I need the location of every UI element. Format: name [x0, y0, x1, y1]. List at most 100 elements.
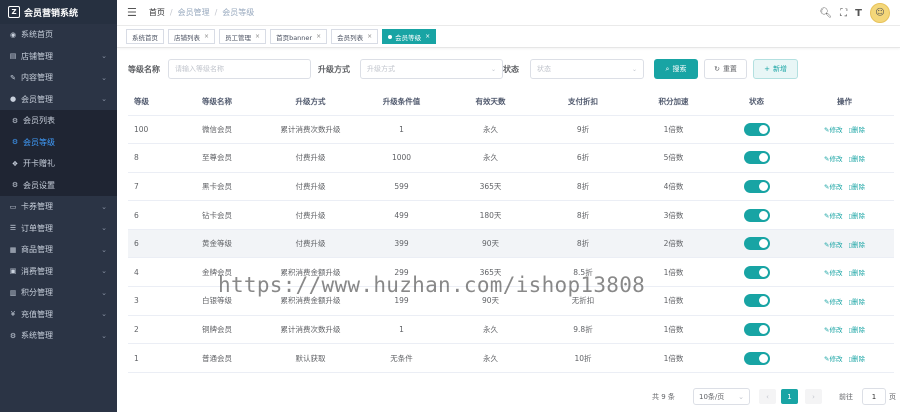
delete-button[interactable]: ▯删除 — [848, 269, 865, 277]
breadcrumb-item-home[interactable]: 首页 — [149, 7, 165, 18]
table-cell: 1 — [359, 115, 444, 145]
sidebar-item[interactable]: ▥ 积分管理 ⌄ — [0, 282, 117, 304]
tab-tag[interactable]: 会员列表 × — [331, 29, 379, 44]
upgrade-method-placeholder: 升级方式 — [367, 65, 395, 73]
dashboard-icon: ◉ — [9, 30, 17, 39]
app-title: 会员营销系统 — [24, 8, 79, 19]
sidebar-item[interactable]: ◉ 系统首页 — [0, 24, 117, 46]
sidebar-item[interactable]: ● 会员管理 ⌄ — [0, 89, 117, 111]
store-icon: ▤ — [9, 52, 17, 61]
sidebar-item[interactable]: ☰ 订单管理 ⌄ — [0, 218, 117, 240]
table-cell: 永久 — [444, 115, 537, 145]
sidebar-item[interactable]: ▭ 卡券管理 ⌄ — [0, 196, 117, 218]
edit-button[interactable]: ✎修改 — [824, 183, 842, 191]
sidebar-item[interactable]: ¥ 充值管理 ⌄ — [0, 304, 117, 326]
tab-tag[interactable]: 首页banner × — [270, 29, 328, 44]
sidebar-item[interactable]: ⚙ 会员等级 — [0, 132, 117, 154]
table-cell: 299 — [359, 257, 444, 288]
edit-button[interactable]: ✎修改 — [824, 155, 842, 163]
fullscreen-icon[interactable]: ⛶ — [840, 8, 847, 19]
edit-button[interactable]: ✎修改 — [824, 212, 842, 220]
status-toggle[interactable] — [743, 265, 770, 279]
delete-button[interactable]: ▯删除 — [848, 212, 865, 220]
breadcrumb-item: 会员管理 — [177, 8, 210, 17]
tab-tag[interactable]: 店铺列表 × — [168, 29, 216, 44]
close-icon[interactable]: × — [367, 33, 372, 40]
breadcrumb-separator: / — [214, 8, 218, 17]
table-cell: 铜牌会员 — [172, 315, 262, 345]
table-cell: 付费升级 — [262, 229, 359, 259]
font-size-icon[interactable]: T — [855, 8, 862, 19]
chevron-down-icon: ⌄ — [101, 202, 107, 211]
status-select[interactable]: 状态 ⌄ — [530, 59, 644, 79]
edit-button[interactable]: ✎修改 — [824, 126, 842, 134]
sidebar-item[interactable]: ▤ 店铺管理 ⌄ — [0, 46, 117, 68]
points-icon: ▥ — [9, 288, 17, 297]
edit-button[interactable]: ✎修改 — [824, 298, 842, 306]
delete-button[interactable]: ▯删除 — [848, 298, 865, 306]
close-icon[interactable]: × — [204, 33, 209, 40]
close-icon[interactable]: × — [316, 33, 321, 40]
close-icon[interactable]: × — [425, 33, 430, 40]
prev-page-button[interactable]: ‹ — [759, 389, 776, 404]
sidebar-item[interactable]: ⚙ 系统管理 ⌄ — [0, 325, 117, 347]
status-toggle[interactable] — [743, 208, 770, 222]
delete-button[interactable]: ▯删除 — [848, 355, 865, 363]
edit-button[interactable]: ✎修改 — [824, 355, 842, 363]
status-toggle[interactable] — [743, 237, 770, 251]
edit-button[interactable]: ✎修改 — [824, 241, 842, 249]
chevron-down-icon: ⌄ — [631, 65, 637, 73]
actions-cell: ✎修改 ▯删除 — [795, 229, 894, 259]
tab-tag[interactable]: 系统首页 — [126, 29, 164, 44]
page-number-button[interactable]: 1 — [781, 389, 798, 404]
reset-button[interactable]: ↻ 重置 — [704, 59, 747, 79]
sidebar-item[interactable]: ❖ 开卡赠礼 — [0, 153, 117, 175]
close-icon[interactable]: × — [255, 33, 260, 40]
delete-button[interactable]: ▯删除 — [848, 326, 865, 334]
upgrade-method-select[interactable]: 升级方式 ⌄ — [360, 59, 503, 79]
status-toggle[interactable] — [743, 151, 770, 165]
delete-button[interactable]: ▯删除 — [848, 241, 865, 249]
delete-button[interactable]: ▯删除 — [848, 155, 865, 163]
table-cell: 199 — [359, 286, 444, 316]
table-cell: 2 — [128, 315, 172, 345]
actions-cell: ✎修改 ▯删除 — [795, 115, 894, 145]
sidebar-item[interactable]: ⚙ 会员列表 — [0, 110, 117, 132]
edit-button[interactable]: ✎修改 — [824, 326, 842, 334]
status-toggle[interactable] — [743, 122, 770, 136]
delete-label: 删除 — [852, 240, 866, 249]
level-name-input[interactable]: 请输入等级名称 — [168, 59, 311, 79]
search-icon[interactable]: 🔍︎ — [819, 8, 832, 19]
tab-tag[interactable]: 员工管理 × — [219, 29, 267, 44]
next-page-button[interactable]: › — [805, 389, 822, 404]
chevron-down-icon: ⌄ — [101, 73, 107, 82]
table-cell: 8折 — [537, 172, 629, 202]
tags-view: 系统首页 店铺列表 × 员工管理 × 首页banner × 会员列表 × 会员等级 × — [117, 26, 900, 48]
add-button[interactable]: + 新增 — [753, 59, 798, 79]
table-cell: 365天 — [444, 257, 537, 288]
goods-icon: ▦ — [9, 245, 17, 254]
delete-label: 删除 — [852, 183, 866, 192]
tab-tag-label: 会员等级 — [395, 33, 422, 42]
status-toggle[interactable] — [743, 294, 770, 308]
menu-toggle-icon[interactable]: ☰ — [127, 6, 137, 19]
status-toggle[interactable] — [743, 351, 770, 365]
goto-page-input[interactable]: 1 — [862, 388, 886, 405]
page-size-select[interactable]: 10条/页 ⌄ — [693, 388, 750, 405]
avatar[interactable]: ☺ — [870, 3, 890, 23]
sidebar-item-label: 积分管理 — [21, 288, 53, 298]
sidebar-item[interactable]: ▣ 消费管理 ⌄ — [0, 261, 117, 283]
table-cell: 白银等级 — [172, 286, 262, 316]
sidebar-item[interactable]: ✎ 内容管理 ⌄ — [0, 67, 117, 89]
delete-button[interactable]: ▯删除 — [848, 183, 865, 191]
status-toggle[interactable] — [743, 179, 770, 193]
sidebar-item[interactable]: ▦ 商品管理 ⌄ — [0, 239, 117, 261]
delete-button[interactable]: ▯删除 — [848, 126, 865, 134]
sidebar-item[interactable]: ⚙ 会员设置 — [0, 175, 117, 197]
actions-cell: ✎修改 ▯删除 — [795, 315, 894, 345]
search-button[interactable]: ⌕ 搜索 — [654, 59, 698, 79]
status-toggle[interactable] — [743, 322, 770, 336]
table-cell: 9.8折 — [537, 315, 629, 345]
edit-button[interactable]: ✎修改 — [824, 269, 842, 277]
tab-tag[interactable]: 会员等级 × — [382, 29, 437, 44]
